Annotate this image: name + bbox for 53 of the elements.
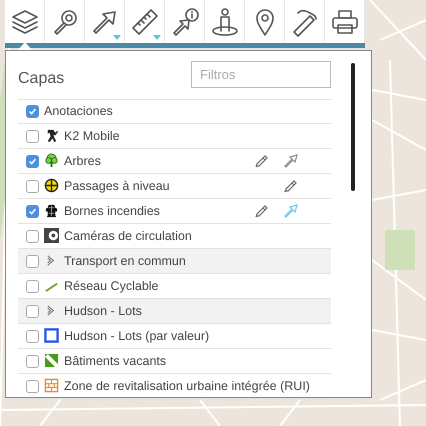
layer-label: Bâtiments vacants [64, 354, 166, 368]
pencil-icon[interactable] [254, 153, 270, 169]
layer-label: Hudson - Lots [64, 304, 142, 318]
layer-group-row[interactable]: Transport en commun [18, 249, 331, 274]
checkbox[interactable] [26, 355, 39, 368]
layer-row[interactable]: K2 Mobile [18, 124, 331, 149]
ruler-icon [130, 6, 160, 36]
layer-row[interactable]: Arbres [18, 149, 331, 174]
arrow-icon[interactable] [283, 203, 299, 219]
layer-group-row[interactable]: Hudson - Lots [18, 299, 331, 324]
layer-label: Réseau Cyclable [64, 279, 158, 293]
tree-icon [44, 153, 59, 168]
person-icon [210, 6, 240, 36]
layer-row[interactable]: Zone de revitalisation urbaine intégrée (RUI) [18, 374, 331, 399]
checkbox[interactable] [26, 380, 39, 393]
checkbox[interactable] [26, 330, 39, 343]
layer-label: Arbres [64, 154, 101, 168]
layer-label: Passages à niveau [64, 179, 170, 193]
layer-label: Bornes incendies [64, 204, 160, 218]
panel-title: Capas [18, 69, 64, 89]
layer-label: Zone de revitalisation urbaine intégrée (RUI) [64, 379, 310, 393]
layer-row[interactable]: Bâtiments vacants [18, 349, 331, 374]
checkmark-icon [27, 156, 38, 167]
square-outline-icon [44, 328, 59, 343]
pencil-icon[interactable] [283, 178, 299, 194]
pencil-icon[interactable] [254, 203, 270, 219]
camera-icon [44, 228, 59, 243]
layer-row[interactable]: Passages à niveau [18, 174, 331, 199]
layer-label: Transport en commun [64, 254, 186, 268]
checkbox[interactable] [26, 255, 39, 268]
hydrant-icon [44, 203, 59, 218]
layer-label: Caméras de circulation [64, 229, 192, 243]
checkbox[interactable] [26, 230, 39, 243]
checkmark-icon [27, 106, 38, 117]
checkbox[interactable] [26, 130, 39, 143]
filter-field[interactable]: Filtros [191, 61, 331, 88]
crosshair-icon [44, 178, 59, 193]
checkbox[interactable] [26, 280, 39, 293]
layer-row[interactable]: Anotaciones [18, 100, 331, 124]
scrollbar[interactable] [351, 63, 355, 191]
arrow-icon[interactable] [283, 153, 299, 169]
layer-label: K2 Mobile [64, 129, 120, 143]
checkmark-icon [27, 206, 38, 217]
layer-row[interactable]: Bornes incendies [18, 199, 331, 224]
checkbox[interactable] [26, 155, 39, 168]
checkbox[interactable] [26, 105, 39, 118]
checkbox[interactable] [26, 305, 39, 318]
layer-row[interactable]: Hudson - Lots (par valeur) [18, 324, 331, 349]
checkbox[interactable] [26, 180, 39, 193]
layer-label: Anotaciones [44, 104, 113, 118]
layer-label: Hudson - Lots (par valeur) [64, 329, 210, 343]
park-area [385, 230, 415, 270]
checkbox[interactable] [26, 205, 39, 218]
